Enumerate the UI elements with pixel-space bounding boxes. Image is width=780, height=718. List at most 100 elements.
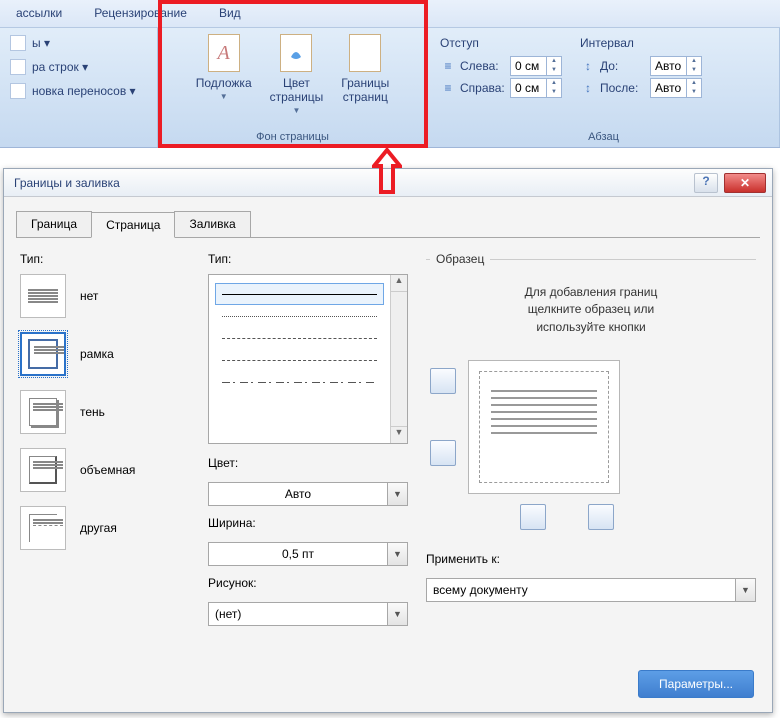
hyphen-icon: [10, 83, 26, 99]
options-button[interactable]: Параметры...: [638, 670, 754, 698]
apply-to-label: Применить к:: [426, 552, 756, 566]
preview-column: Образец Для добавления границ щелкните о…: [426, 252, 756, 691]
sample-hint: Для добавления границ щелкните образец и…: [430, 284, 752, 336]
dialog-close-button[interactable]: ✕: [724, 173, 766, 193]
spacing-before-label: До:: [600, 59, 646, 73]
dialog-title: Границы и заливка: [10, 176, 694, 190]
ribbon-tab-references[interactable]: ассылки: [0, 0, 78, 27]
style-scrollbar[interactable]: ▲▼: [390, 275, 407, 443]
border-bottom-button[interactable]: [430, 440, 456, 466]
spinner-buttons[interactable]: ▲▼: [546, 57, 561, 75]
lines-icon: [10, 59, 26, 75]
border-right-button[interactable]: [588, 504, 614, 530]
spacing-after-icon: ↕: [580, 80, 596, 96]
border-left-button[interactable]: [520, 504, 546, 530]
chevron-down-icon[interactable]: ▼: [736, 578, 756, 602]
type-shadow-icon: [20, 390, 66, 434]
group-title-page-background: Фон страницы: [256, 129, 329, 145]
indent-left-label: Слева:: [460, 59, 506, 73]
spacing-after-label: После:: [600, 81, 646, 95]
ribbon-tab-view[interactable]: Вид: [203, 0, 257, 27]
type-box-icon: [20, 332, 66, 376]
indent-heading: Отступ: [440, 36, 562, 50]
group-title-paragraph: Абзац: [588, 129, 619, 145]
ribbon-tab-review[interactable]: Рецензирование: [78, 0, 203, 27]
preview-box[interactable]: [468, 360, 620, 494]
dialog-tabs: Граница Страница Заливка: [4, 197, 772, 237]
ribbon-group-page-background: A Подложка▼ Цвет страницы▼ Границы стран…: [158, 28, 428, 147]
style-column: Тип: ▲▼ Цвет: ▼ Ширина: ▼: [208, 252, 408, 691]
type-label: Тип:: [20, 252, 190, 266]
dialog-tab-border[interactable]: Граница: [16, 211, 92, 237]
watermark-button[interactable]: A Подложка▼: [188, 32, 260, 129]
page-color-icon: [280, 34, 312, 72]
width-value[interactable]: [208, 542, 388, 566]
spinner-buttons[interactable]: ▲▼: [686, 57, 701, 75]
ribbon-tab-strip: ассылки Рецензирование Вид: [0, 0, 780, 28]
width-dropdown[interactable]: ▼: [208, 542, 408, 566]
sample-legend: Образец: [430, 252, 490, 266]
art-dropdown[interactable]: ▼: [208, 602, 408, 626]
style-item-solid[interactable]: [215, 283, 384, 305]
chevron-down-icon: ▼: [220, 92, 228, 101]
chevron-down-icon[interactable]: ▼: [388, 542, 408, 566]
page-color-button[interactable]: Цвет страницы▼: [262, 32, 332, 129]
ribbon-btn-partial2[interactable]: ра строк ▾: [6, 56, 151, 78]
dialog-tab-shading[interactable]: Заливка: [174, 211, 250, 237]
spinner-buttons[interactable]: ▲▼: [686, 79, 701, 97]
annotation-arrow-icon: [372, 148, 402, 194]
color-label: Цвет:: [208, 456, 408, 470]
type-3d-icon: [20, 448, 66, 492]
indent-block: Отступ ≡ Слева: 0 см▲▼ ≡ Справа: 0 см▲▼: [440, 36, 562, 129]
page-borders-icon: [349, 34, 381, 72]
dialog-tab-page[interactable]: Страница: [91, 212, 175, 238]
page-borders-button[interactable]: Границы страниц: [333, 32, 397, 129]
ribbon-group-partial: ы ▾ ра строк ▾ новка переносов ▾: [0, 28, 158, 147]
watermark-icon: A: [208, 34, 240, 72]
borders-dialog: Границы и заливка ? ✕ Граница Страница З…: [3, 168, 773, 713]
chevron-down-icon[interactable]: ▼: [388, 482, 408, 506]
indent-left-icon: ≡: [440, 58, 456, 74]
spinner-buttons[interactable]: ▲▼: [546, 79, 561, 97]
chevron-down-icon: ▼: [293, 106, 301, 115]
spacing-before-icon: ↕: [580, 58, 596, 74]
type-none[interactable]: нет: [20, 274, 190, 318]
type-custom-icon: [20, 506, 66, 550]
style-item-dash-dot[interactable]: [215, 371, 384, 393]
style-item-dash-sparse[interactable]: [215, 327, 384, 349]
art-label: Рисунок:: [208, 576, 408, 590]
ribbon-btn-partial1[interactable]: ы ▾: [6, 32, 151, 54]
type-box[interactable]: рамка: [20, 332, 190, 376]
style-item-dotted[interactable]: [215, 305, 384, 327]
page-icon: [10, 35, 26, 51]
type-none-icon: [20, 274, 66, 318]
style-item-dash[interactable]: [215, 349, 384, 371]
width-label: Ширина:: [208, 516, 408, 530]
ribbon: ы ▾ ра строк ▾ новка переносов ▾ A Подло…: [0, 28, 780, 148]
spacing-before-input[interactable]: Авто▲▼: [650, 56, 702, 76]
border-top-button[interactable]: [430, 368, 456, 394]
indent-left-input[interactable]: 0 см▲▼: [510, 56, 562, 76]
indent-right-icon: ≡: [440, 80, 456, 96]
spacing-block: Интервал ↕ До: Авто▲▼ ↕ После: Авто▲▼: [580, 36, 702, 129]
chevron-down-icon[interactable]: ▼: [388, 602, 408, 626]
style-listbox[interactable]: ▲▼: [208, 274, 408, 444]
indent-right-input[interactable]: 0 см▲▼: [510, 78, 562, 98]
type-3d[interactable]: объемная: [20, 448, 190, 492]
type-shadow[interactable]: тень: [20, 390, 190, 434]
art-value[interactable]: [208, 602, 388, 626]
spacing-heading: Интервал: [580, 36, 702, 50]
color-value[interactable]: [208, 482, 388, 506]
sample-fieldset: Образец Для добавления границ щелкните о…: [426, 252, 756, 530]
style-label: Тип:: [208, 252, 408, 266]
color-dropdown[interactable]: ▼: [208, 482, 408, 506]
type-custom[interactable]: другая: [20, 506, 190, 550]
ribbon-btn-hyphenation[interactable]: новка переносов ▾: [6, 80, 151, 102]
setting-column: Тип: нет рамка тень объемная другая: [20, 252, 190, 691]
apply-to-dropdown[interactable]: ▼: [426, 578, 756, 602]
indent-right-label: Справа:: [460, 81, 506, 95]
spacing-after-input[interactable]: Авто▲▼: [650, 78, 702, 98]
dialog-help-button[interactable]: ?: [694, 173, 718, 193]
ribbon-group-paragraph: Отступ ≡ Слева: 0 см▲▼ ≡ Справа: 0 см▲▼ …: [428, 28, 780, 147]
apply-to-value[interactable]: [426, 578, 736, 602]
